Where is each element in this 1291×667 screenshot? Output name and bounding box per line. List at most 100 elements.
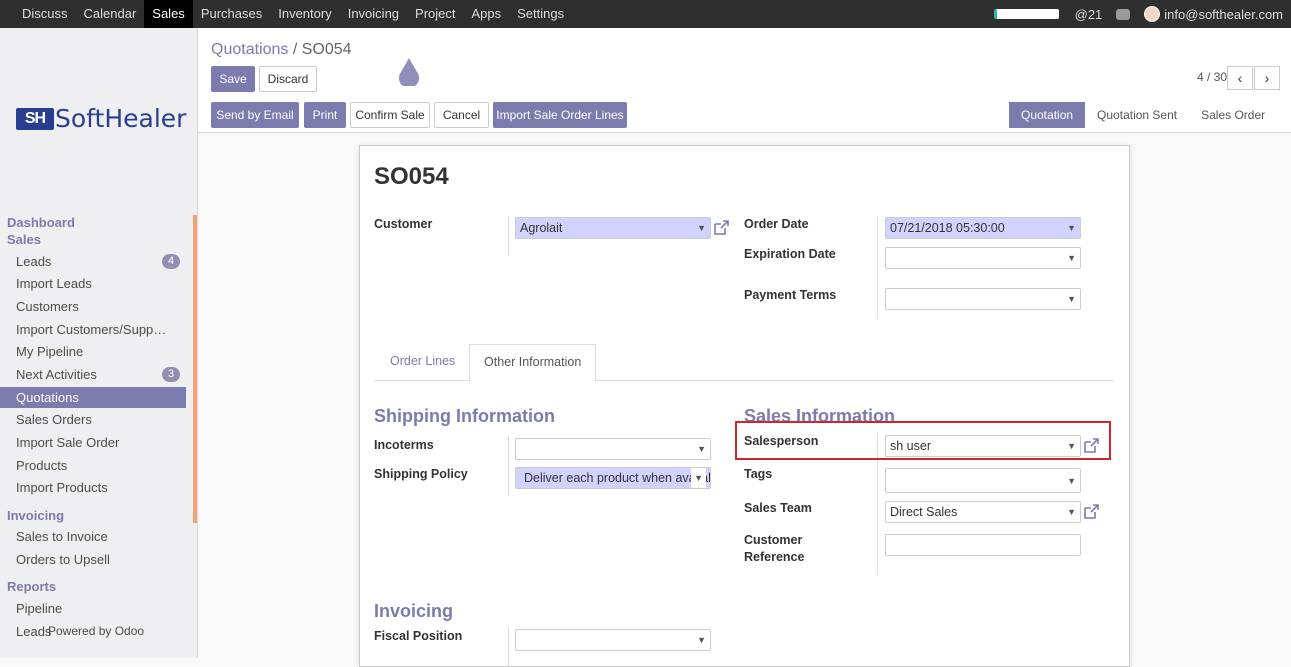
chat-icon[interactable] xyxy=(1116,8,1131,20)
tags-field[interactable]: ▼ xyxy=(885,468,1081,493)
discard-button[interactable]: Discard xyxy=(259,66,317,92)
sidebar-item-label: Orders to Upsell xyxy=(16,552,110,567)
sidebar-item-label: Next Activities xyxy=(16,367,97,382)
payment-terms-field[interactable]: ▼ xyxy=(885,288,1081,310)
user-email[interactable]: info@softhealer.com xyxy=(1164,7,1283,22)
menu-calendar[interactable]: Calendar xyxy=(76,0,145,28)
sidebar: SH SoftHealer Dashboard Sales Leads 4 Im… xyxy=(0,28,198,658)
confirm-sale-button[interactable]: Confirm Sale xyxy=(350,102,430,128)
print-button[interactable]: Print xyxy=(304,102,346,128)
menu-purchases[interactable]: Purchases xyxy=(193,0,270,28)
sidebar-item-import-products[interactable]: Import Products xyxy=(0,477,186,498)
mentions-count: 21 xyxy=(1087,6,1103,22)
sidebar-item-my-pipeline[interactable]: My Pipeline xyxy=(0,341,186,362)
mentions-indicator[interactable]: @21 xyxy=(1075,7,1103,22)
salesperson-highlight-box xyxy=(735,421,1111,460)
powered-by[interactable]: Powered by Odoo xyxy=(48,624,144,638)
shipping-policy-field[interactable]: Deliver each product when available ▼ xyxy=(515,467,711,489)
customer-reference-label-line1: Customer xyxy=(744,533,803,547)
sidebar-dashboard[interactable]: Dashboard xyxy=(7,215,75,230)
status-sales-order[interactable]: Sales Order xyxy=(1189,102,1278,128)
breadcrumb-current: SO054 xyxy=(301,41,352,58)
sales-team-label: Sales Team xyxy=(744,501,812,515)
sidebar-item-label: Pipeline xyxy=(16,601,63,616)
logo-text: SoftHealer xyxy=(55,104,187,133)
avatar[interactable] xyxy=(1144,6,1161,22)
menu-settings[interactable]: Settings xyxy=(509,0,572,28)
sidebar-item-import-sale-order[interactable]: Import Sale Order xyxy=(0,432,186,453)
send-by-email-button[interactable]: Send by Email xyxy=(211,102,299,128)
sidebar-item-label: Sales Orders xyxy=(16,412,92,427)
status-quotation[interactable]: Quotation xyxy=(1009,102,1086,128)
column-separator xyxy=(877,216,878,319)
sidebar-section-reports: Reports xyxy=(7,579,57,594)
sidebar-item-pipeline[interactable]: Pipeline xyxy=(0,598,186,619)
chevron-right-icon: › xyxy=(1264,70,1270,86)
order-date-value: 07/21/2018 05:30:00 xyxy=(890,221,1005,235)
external-link-icon[interactable] xyxy=(1082,503,1100,521)
sidebar-item-quotations[interactable]: Quotations xyxy=(0,387,186,408)
sidebar-item-sales-to-invoice[interactable]: Sales to Invoice xyxy=(0,526,186,547)
breadcrumb-parent[interactable]: Quotations xyxy=(211,41,288,58)
incoterms-field[interactable]: ▼ xyxy=(515,438,711,460)
sidebar-item-next-activities[interactable]: Next Activities 3 xyxy=(0,364,186,385)
expiration-date-field[interactable]: ▼ xyxy=(885,247,1081,269)
sidebar-item-orders-to-upsell[interactable]: Orders to Upsell xyxy=(0,549,186,570)
shipping-policy-value: Deliver each product when available xyxy=(524,471,711,485)
sidebar-item-label: Customers xyxy=(16,299,79,314)
fiscal-position-field[interactable]: ▼ xyxy=(515,629,711,651)
customer-reference-label-line2: Reference xyxy=(744,550,805,564)
sidebar-item-label: Import Leads xyxy=(16,276,92,291)
customer-label: Customer xyxy=(374,217,433,231)
breadcrumb: Quotations / SO054 xyxy=(211,41,352,59)
sidebar-scrollbar[interactable] xyxy=(193,215,197,523)
order-date-label: Order Date xyxy=(744,217,809,231)
caret-down-icon: ▼ xyxy=(1067,223,1076,233)
menu-apps[interactable]: Apps xyxy=(464,0,510,28)
customer-field[interactable]: Agrolait ▼ xyxy=(515,217,711,239)
sidebar-item-leads[interactable]: Leads 4 xyxy=(0,251,186,272)
column-separator xyxy=(508,627,509,667)
menu-project[interactable]: Project xyxy=(407,0,463,28)
drop-marker-icon xyxy=(399,58,419,86)
notebook-tabs: Order Lines Other Information xyxy=(374,344,1114,382)
import-sale-order-lines-button[interactable]: Import Sale Order Lines xyxy=(493,102,627,128)
top-navbar: Discuss Calendar Sales Purchases Invento… xyxy=(0,0,1291,28)
pager-previous-button[interactable]: ‹ xyxy=(1227,66,1253,90)
record-title: SO054 xyxy=(374,163,449,190)
sidebar-section-invoicing: Invoicing xyxy=(7,508,65,523)
status-quotation-sent[interactable]: Quotation Sent xyxy=(1085,102,1190,128)
caret-down-icon: ▼ xyxy=(697,223,706,233)
cancel-button[interactable]: Cancel xyxy=(434,102,489,128)
app-menu: Discuss Calendar Sales Purchases Invento… xyxy=(14,0,572,28)
sidebar-item-import-leads[interactable]: Import Leads xyxy=(0,273,186,294)
customer-reference-input[interactable] xyxy=(885,534,1081,556)
invoicing-heading: Invoicing xyxy=(374,601,454,621)
sidebar-section-sales: Sales xyxy=(7,232,41,247)
sidebar-item-sales-orders[interactable]: Sales Orders xyxy=(0,409,186,430)
caret-down-icon: ▼ xyxy=(697,635,706,645)
payment-terms-label: Payment Terms xyxy=(744,288,837,302)
pager-next-button[interactable]: › xyxy=(1254,66,1280,90)
sidebar-item-label: Sales to Invoice xyxy=(16,529,108,544)
caret-down-icon: ▼ xyxy=(1067,476,1076,486)
status-bar: Quotation Quotation Sent Sales Order xyxy=(1009,102,1278,128)
sidebar-item-customers[interactable]: Customers xyxy=(0,296,186,317)
menu-discuss[interactable]: Discuss xyxy=(14,0,76,28)
shipping-policy-label: Shipping Policy xyxy=(374,467,468,481)
save-button[interactable]: Save xyxy=(211,66,255,92)
caret-down-icon: ▼ xyxy=(697,444,706,454)
sidebar-item-import-customers[interactable]: Import Customers/Supp… xyxy=(0,319,186,340)
sidebar-item-products[interactable]: Products xyxy=(0,455,186,476)
order-date-field[interactable]: 07/21/2018 05:30:00 ▼ xyxy=(885,217,1081,239)
at-icon: @ xyxy=(1074,6,1088,22)
external-link-icon[interactable] xyxy=(712,219,730,237)
pager-value[interactable]: 4 / 30 xyxy=(1197,70,1227,84)
tab-other-information[interactable]: Other Information xyxy=(469,344,597,382)
menu-invoicing[interactable]: Invoicing xyxy=(340,0,407,28)
menu-sales[interactable]: Sales xyxy=(144,0,193,28)
caret-down-icon: ▼ xyxy=(1067,294,1076,304)
menu-inventory[interactable]: Inventory xyxy=(270,0,339,28)
sales-team-field[interactable]: Direct Sales ▼ xyxy=(885,501,1081,523)
tab-order-lines[interactable]: Order Lines xyxy=(376,344,469,380)
